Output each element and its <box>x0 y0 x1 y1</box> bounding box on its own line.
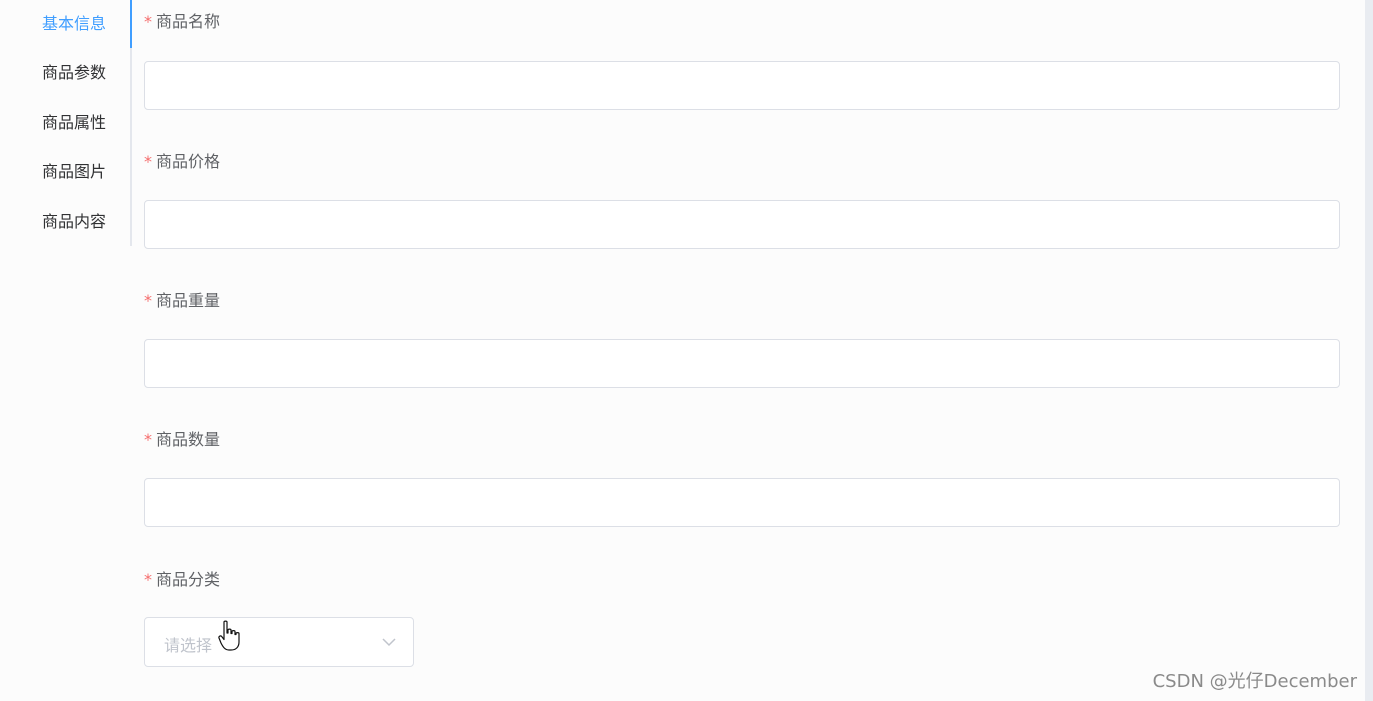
goods-name-label-text: 商品名称 <box>156 12 221 31</box>
tab-goods-params[interactable]: 商品参数 <box>42 49 106 97</box>
watermark: CSDN @光仔December <box>1152 671 1357 692</box>
tab-goods-pics[interactable]: 商品图片 <box>42 148 106 196</box>
goods-weight-label-text: 商品重量 <box>156 291 221 310</box>
tab-basic-info[interactable]: 基本信息 <box>42 0 106 48</box>
goods-weight-input[interactable] <box>144 339 1340 388</box>
tab-active-indicator <box>130 0 132 48</box>
required-mark: * <box>144 12 152 31</box>
goods-name-label: * 商品名称 <box>144 12 220 32</box>
required-mark: * <box>144 152 152 171</box>
goods-category-placeholder: 请选择 <box>164 636 213 655</box>
required-mark: * <box>144 291 152 310</box>
goods-price-input[interactable] <box>144 200 1340 249</box>
goods-name-input[interactable] <box>144 61 1340 110</box>
goods-category-label: * 商品分类 <box>144 570 220 590</box>
goods-number-label-text: 商品数量 <box>156 430 221 449</box>
required-mark: * <box>144 430 152 449</box>
chevron-down-icon <box>382 638 396 647</box>
goods-category-select[interactable]: 请选择 <box>144 617 414 667</box>
goods-weight-label: * 商品重量 <box>144 291 220 311</box>
goods-price-label-text: 商品价格 <box>156 152 221 171</box>
goods-price-label: * 商品价格 <box>144 152 220 172</box>
hand-pointer-icon <box>218 620 240 651</box>
vertical-tabs: 基本信息 商品参数 商品属性 商品图片 商品内容 <box>0 0 132 246</box>
scrollbar-track <box>1365 0 1373 701</box>
required-mark: * <box>144 570 152 589</box>
tab-goods-content[interactable]: 商品内容 <box>42 198 106 246</box>
goods-category-label-text: 商品分类 <box>156 570 221 589</box>
goods-number-label: * 商品数量 <box>144 430 220 450</box>
goods-number-input[interactable] <box>144 478 1340 527</box>
tab-goods-attrs[interactable]: 商品属性 <box>42 99 106 147</box>
